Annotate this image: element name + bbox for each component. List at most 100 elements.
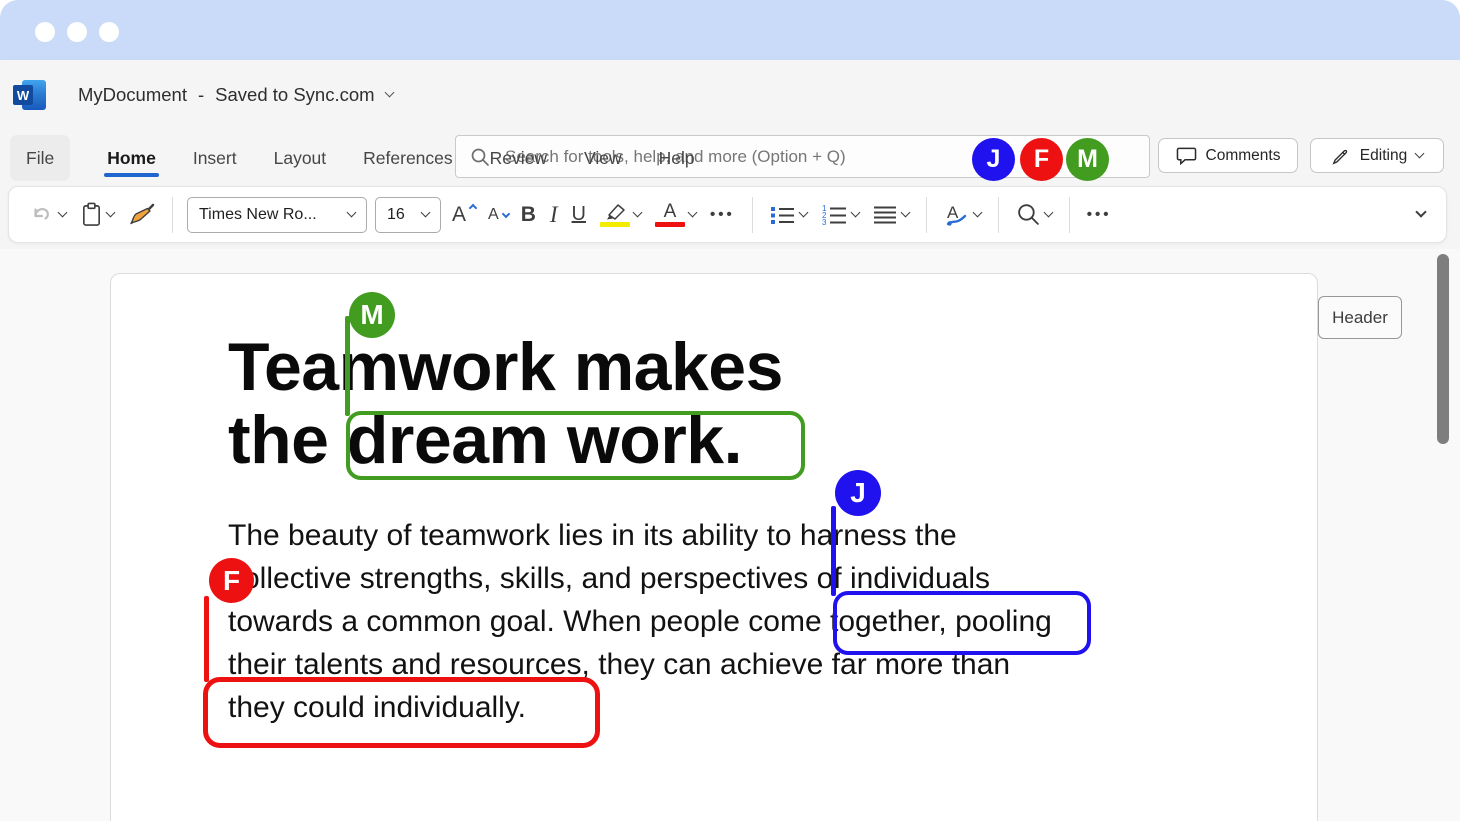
- clipboard-icon: [80, 202, 103, 227]
- editing-mode-button[interactable]: Editing: [1310, 138, 1444, 173]
- bullets-button[interactable]: [767, 195, 810, 235]
- font-size-select[interactable]: 16: [375, 197, 441, 233]
- styles-icon: A: [944, 203, 970, 227]
- menu-bar: File Home Insert Layout References Revie…: [0, 130, 1460, 185]
- comments-button[interactable]: Comments: [1158, 138, 1298, 173]
- save-status: Saved to Sync.com: [215, 84, 374, 106]
- comment-icon: [1176, 146, 1197, 165]
- avatar-f[interactable]: F: [1020, 138, 1063, 181]
- editing-chevron-down-icon: [1415, 148, 1425, 158]
- bold-button[interactable]: B: [518, 195, 539, 235]
- body-line-1[interactable]: The beauty of teamwork lies in its abili…: [228, 514, 1052, 557]
- more-font-options-button[interactable]: •••: [707, 195, 738, 235]
- app-header: W MyDocument - Saved to Sync.com: [0, 60, 1460, 130]
- heading-line-1[interactable]: Teamwork makes: [228, 331, 783, 404]
- document-title: MyDocument: [78, 84, 187, 106]
- tab-insert[interactable]: Insert: [193, 135, 237, 181]
- format-painter-icon: [128, 202, 155, 227]
- font-color-button[interactable]: A: [652, 195, 699, 235]
- grow-font-icon: A: [452, 203, 474, 227]
- highlighter-icon: [600, 203, 630, 227]
- paste-button[interactable]: [77, 195, 117, 235]
- align-chevron-icon: [900, 207, 910, 217]
- collapse-ribbon-chevron-icon: [1415, 206, 1426, 217]
- bullets-icon: [770, 204, 796, 226]
- document-page[interactable]: Teamwork makes the dream work. The beaut…: [110, 273, 1318, 821]
- numbering-icon: 123: [821, 204, 848, 226]
- styles-button[interactable]: A: [941, 195, 984, 235]
- word-logo-icon: W: [13, 80, 47, 110]
- find-icon: [1016, 202, 1041, 227]
- traffic-light-close-icon[interactable]: [35, 22, 55, 42]
- pencil-icon: [1331, 146, 1351, 166]
- selection-box-f: [203, 677, 600, 748]
- font-color-swatch: [655, 222, 685, 227]
- title-separator: -: [198, 84, 204, 106]
- font-size-value: 16: [387, 206, 405, 224]
- tab-home[interactable]: Home: [107, 135, 156, 181]
- font-color-icon: A: [655, 203, 685, 227]
- ribbon-toolbar: Times New Ro... 16 A A B I U: [8, 186, 1447, 243]
- font-name-value: Times New Ro...: [199, 206, 317, 224]
- find-button[interactable]: [1013, 195, 1055, 235]
- styles-chevron-icon: [972, 207, 982, 217]
- cursor-badge-m: M: [349, 292, 395, 338]
- svg-text:3: 3: [822, 218, 827, 226]
- numbering-button[interactable]: 123: [818, 195, 862, 235]
- avatar-j[interactable]: J: [972, 138, 1015, 181]
- ellipsis-icon: •••: [1087, 206, 1112, 223]
- font-name-select[interactable]: Times New Ro...: [187, 197, 367, 233]
- scrollbar-thumb[interactable]: [1437, 254, 1449, 444]
- word-app-window: W MyDocument - Saved to Sync.com: [0, 0, 1460, 821]
- header-button[interactable]: Header: [1318, 296, 1402, 339]
- align-button[interactable]: [870, 195, 912, 235]
- bullets-chevron-icon: [798, 207, 808, 217]
- undo-chevron-down-icon: [58, 207, 68, 217]
- highlight-color-swatch: [600, 222, 630, 227]
- font-name-chevron-icon: [347, 207, 357, 217]
- underline-button[interactable]: U: [569, 195, 589, 235]
- tab-review[interactable]: Review: [490, 135, 547, 181]
- cursor-line-m: [345, 316, 350, 416]
- traffic-light-maximize-icon[interactable]: [99, 22, 119, 42]
- shrink-font-icon: A: [488, 206, 507, 224]
- cursor-line-f: [204, 596, 209, 682]
- italic-button[interactable]: I: [547, 195, 561, 235]
- cursor-badge-j: J: [835, 470, 881, 516]
- find-chevron-icon: [1043, 207, 1053, 217]
- highlight-button[interactable]: [597, 195, 644, 235]
- cursor-line-j: [831, 506, 836, 596]
- cursor-badge-f: F: [209, 558, 254, 603]
- selection-box-j: [833, 591, 1091, 655]
- numbering-chevron-icon: [850, 207, 860, 217]
- ellipsis-icon: •••: [710, 206, 735, 223]
- grow-font-button[interactable]: A: [449, 195, 477, 235]
- macos-titlebar: [0, 0, 1460, 60]
- highlight-chevron-icon: [633, 207, 643, 217]
- more-commands-button[interactable]: •••: [1084, 195, 1115, 235]
- app-chrome: W MyDocument - Saved to Sync.com: [0, 60, 1460, 249]
- editing-label: Editing: [1360, 147, 1407, 165]
- font-size-chevron-icon: [421, 207, 431, 217]
- tab-help[interactable]: Help: [659, 135, 695, 181]
- document-canvas: Teamwork makes the dream work. The beaut…: [0, 249, 1460, 821]
- comments-label: Comments: [1206, 147, 1281, 165]
- format-painter-button[interactable]: [125, 195, 158, 235]
- tab-view[interactable]: View: [584, 135, 622, 181]
- traffic-light-minimize-icon[interactable]: [67, 22, 87, 42]
- selection-box-m: [346, 411, 805, 480]
- undo-button[interactable]: [27, 195, 69, 235]
- align-icon: [873, 204, 898, 226]
- tab-file[interactable]: File: [10, 135, 70, 181]
- title-chevron-down-icon[interactable]: [384, 88, 394, 98]
- collapse-ribbon-button[interactable]: [1414, 195, 1428, 235]
- avatar-m[interactable]: M: [1066, 138, 1109, 181]
- font-color-chevron-icon: [688, 207, 698, 217]
- paste-chevron-down-icon: [106, 207, 116, 217]
- tab-references[interactable]: References: [363, 135, 453, 181]
- undo-icon: [30, 203, 55, 227]
- tab-layout[interactable]: Layout: [274, 135, 327, 181]
- document-title-group: MyDocument - Saved to Sync.com: [78, 60, 393, 130]
- shrink-font-button[interactable]: A: [485, 195, 510, 235]
- svg-text:A: A: [947, 203, 959, 222]
